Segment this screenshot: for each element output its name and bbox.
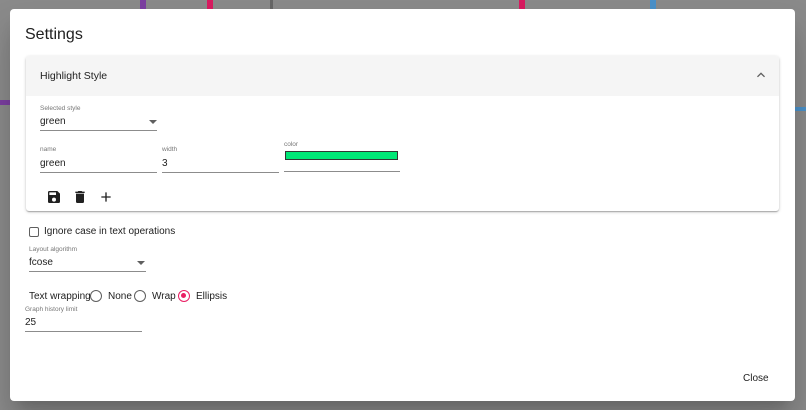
close-button[interactable]: Close	[737, 369, 775, 388]
background-graph-edge	[519, 0, 525, 9]
radio-wrap-label[interactable]: Wrap	[152, 291, 176, 302]
color-picker[interactable]: color	[284, 141, 400, 172]
highlight-style-panel: Highlight Style Selected style green nam…	[26, 56, 779, 211]
radio-none[interactable]	[90, 290, 102, 302]
selected-style-value: green	[40, 116, 66, 127]
background-graph-edge	[650, 0, 656, 9]
background-graph-edge	[795, 107, 806, 111]
radio-none-label[interactable]: None	[108, 291, 132, 302]
field-underline	[162, 172, 279, 173]
highlight-style-panel-header[interactable]: Highlight Style	[26, 56, 779, 96]
background-graph-edge	[270, 0, 273, 9]
field-underline	[284, 171, 400, 172]
background-graph-edge	[0, 100, 10, 105]
color-label: color	[284, 141, 299, 148]
settings-dialog: Settings Highlight Style Selected style …	[10, 9, 795, 401]
radio-ellipsis[interactable]	[178, 290, 190, 302]
chevron-down-icon	[137, 261, 145, 265]
dialog-title: Settings	[25, 26, 83, 43]
ignore-case-label[interactable]: Ignore case in text operations	[44, 226, 175, 237]
graph-history-limit-label: Graph history limit	[25, 306, 78, 313]
selected-style-label: Selected style	[40, 105, 81, 112]
layout-algorithm-value: fcose	[29, 257, 53, 268]
delete-icon[interactable]	[72, 189, 88, 205]
add-icon[interactable]	[98, 189, 114, 205]
chevron-down-icon	[149, 120, 157, 124]
field-underline	[40, 130, 157, 131]
radio-ellipsis-label[interactable]: Ellipsis	[196, 291, 227, 302]
width-value: 3	[162, 158, 168, 169]
background-graph-edge	[207, 0, 213, 9]
name-field[interactable]: name green	[40, 146, 157, 173]
field-underline	[25, 331, 142, 332]
color-swatch	[285, 151, 398, 160]
ignore-case-checkbox[interactable]	[29, 227, 39, 237]
width-label: width	[162, 146, 178, 153]
width-field[interactable]: width 3	[162, 146, 279, 173]
name-value: green	[40, 158, 66, 169]
save-icon[interactable]	[46, 189, 62, 205]
field-underline	[29, 271, 146, 272]
layout-algorithm-label: Layout algorithm	[29, 246, 78, 253]
selected-style-select[interactable]: Selected style green	[40, 105, 157, 131]
chevron-up-icon[interactable]	[753, 67, 769, 83]
field-underline	[40, 172, 157, 173]
text-wrapping-label: Text wrapping	[29, 291, 91, 302]
panel-title: Highlight Style	[40, 70, 108, 82]
name-label: name	[40, 146, 57, 153]
graph-history-limit-value: 25	[25, 317, 37, 328]
layout-algorithm-select[interactable]: Layout algorithm fcose	[29, 246, 146, 272]
radio-wrap[interactable]	[134, 290, 146, 302]
background-graph-edge	[140, 0, 146, 9]
graph-history-limit-field[interactable]: Graph history limit 25	[25, 306, 142, 332]
